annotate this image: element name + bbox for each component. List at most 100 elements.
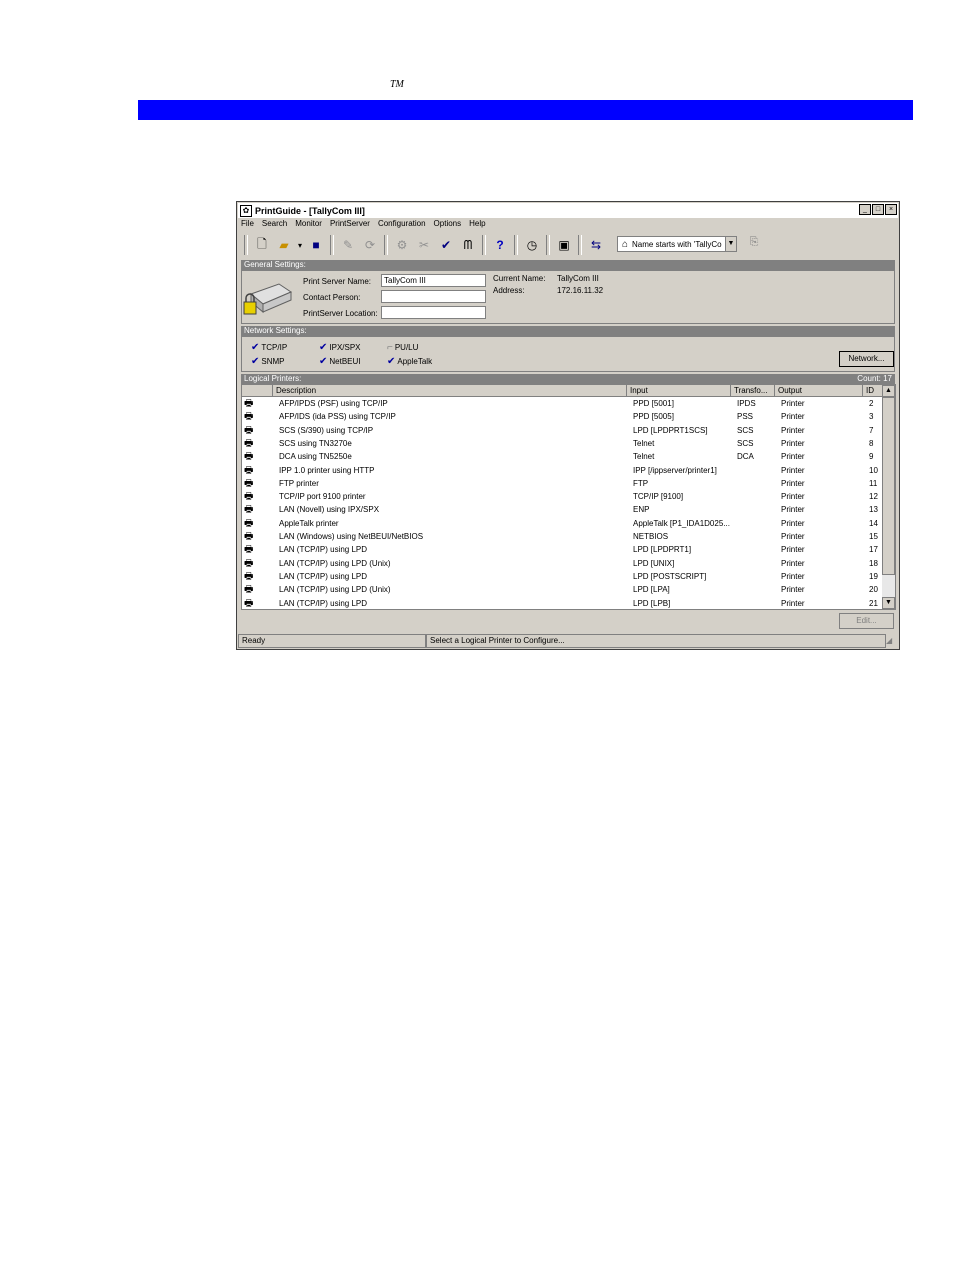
network-button[interactable]: Network... — [839, 351, 894, 367]
printer-filter-icon: ⌂ — [621, 238, 629, 250]
table-row[interactable]: 🖶 AppleTalk printer AppleTalk [P1_IDA1D025… — [242, 517, 882, 530]
menu-configuration[interactable]: Configuration — [378, 219, 426, 231]
table-row[interactable]: 🖶 LAN (Novell) using IPX/SPX ENP Printer 13 — [242, 503, 882, 516]
table-row[interactable]: 🖶 LAN (TCP/IP) using LPD (Unix) LPD [UNIX]… — [242, 557, 882, 570]
refresh-icon[interactable]: ⟳ — [359, 235, 381, 255]
protocol-tcpip[interactable]: ✔ TCP/IP — [251, 342, 287, 353]
filter-icon[interactable]: ⇆ — [585, 235, 607, 255]
menu-printserver[interactable]: PrintServer — [330, 219, 370, 231]
check-icon: ✔ — [319, 356, 328, 367]
table-row[interactable]: 🖶 AFP/IDS (ida PSS) using TCP/IP PPD [5005… — [242, 410, 882, 423]
vertical-scrollbar[interactable]: ▲ ▼ — [882, 385, 895, 609]
trademark-mark: TM — [390, 79, 404, 90]
apply-filter-icon[interactable]: ⎘ — [745, 236, 763, 252]
edit-button[interactable]: Edit... — [839, 613, 894, 629]
row-output: Printer — [781, 425, 805, 435]
pointer-icon[interactable]: ✎ — [337, 235, 359, 255]
row-output: Printer — [781, 412, 805, 422]
tools-icon[interactable]: ✂ — [413, 235, 435, 255]
scroll-up-icon[interactable]: ▲ — [882, 385, 895, 397]
column-header-input[interactable]: Input — [627, 385, 731, 397]
table-row[interactable]: 🖶 LAN (TCP/IP) using LPD LPD [LPDPRT1] Prin… — [242, 543, 882, 556]
logical-printers-list[interactable]: Description Input Transfo... Output ID 🖶… — [241, 384, 896, 610]
row-input: Telnet — [633, 452, 655, 462]
row-transform: IPDS — [737, 399, 756, 408]
row-description: DCA using TN5250e — [279, 452, 352, 462]
menu-options[interactable]: Options — [434, 219, 462, 231]
protocol-netbeui[interactable]: ✔ NetBEUI — [319, 356, 361, 367]
table-row[interactable]: 🖶 AFP/IPDS (PSF) using TCP/IP PPD [5001] IP… — [242, 397, 882, 410]
table-row[interactable]: 🖶 IPP 1.0 printer using HTTP IPP [/ippserv… — [242, 464, 882, 477]
row-description: IPP 1.0 printer using HTTP — [279, 465, 375, 475]
printserver-location-input[interactable] — [381, 306, 486, 319]
table-row[interactable]: 🖶 LAN (Windows) using NetBEUI/NetBIOS NETB… — [242, 530, 882, 543]
table-row[interactable]: 🖶 LAN (TCP/IP) using LPD (Unix) LPD [LPA] P… — [242, 583, 882, 596]
monitor-icon[interactable]: ▣ — [553, 235, 575, 255]
table-row[interactable]: 🖶 FTP printer FTP Printer 11 — [242, 477, 882, 490]
row-input: LPD [POSTSCRIPT] — [633, 571, 707, 581]
row-output: Printer — [781, 571, 805, 581]
minimize-button[interactable]: _ — [859, 204, 871, 215]
row-output: Printer — [781, 532, 805, 541]
general-settings-title: General Settings — [244, 260, 304, 269]
close-button[interactable]: × — [885, 204, 897, 215]
open-folder-icon[interactable]: ▰ — [273, 235, 295, 255]
print-server-name-input[interactable]: TallyCom III — [381, 274, 486, 287]
row-description: LAN (Windows) using NetBEUI/NetBIOS — [279, 532, 424, 541]
protocol-ipxspx[interactable]: ✔ IPX/SPX — [319, 342, 361, 353]
maximize-button[interactable]: □ — [872, 204, 884, 215]
row-transform: PSS — [737, 412, 754, 422]
protocol-label: IPX/SPX — [329, 343, 361, 352]
network-settings-title: Network Settings — [244, 326, 305, 335]
table-row[interactable]: 🖶 LAN (TCP/IP) using LPD LPD [LPB] Printer 2… — [242, 597, 882, 610]
binoculars-icon[interactable]: ᗰ — [457, 235, 479, 255]
chevron-down-icon[interactable]: ▼ — [725, 237, 736, 251]
menu-search[interactable]: Search — [262, 219, 287, 231]
clock-icon[interactable]: ◷ — [521, 235, 543, 255]
help-icon[interactable]: ? — [489, 235, 511, 255]
row-id: 2 — [869, 399, 874, 408]
configure-icon[interactable]: ⚙ — [391, 235, 413, 255]
menu-help[interactable]: Help — [469, 219, 485, 231]
table-row[interactable]: 🖶 LAN (TCP/IP) using LPD LPD [POSTSCRIPT] P… — [242, 570, 882, 583]
address-label: Address: — [493, 286, 525, 295]
row-output: Printer — [781, 452, 805, 462]
window-controls: _ □ × — [858, 204, 897, 215]
row-id: 15 — [869, 532, 878, 541]
table-row[interactable]: 🖶 SCS (S/390) using TCP/IP LPD [LPDPRT1SCS… — [242, 424, 882, 437]
protocol-pulu[interactable]: ⌐ PU/LU — [387, 342, 418, 353]
window-title: PrintGuide - [TallyCom III] — [255, 205, 365, 216]
table-row[interactable]: 🖶 DCA using TN5250e Telnet DCA Printer 9 — [242, 450, 882, 463]
toolbar-separator — [514, 235, 518, 255]
row-description: FTP printer — [279, 478, 319, 488]
resize-grip-icon[interactable]: ◢ — [886, 634, 898, 648]
printer-icon: 🖶 — [244, 398, 254, 409]
column-header-id[interactable]: ID — [863, 385, 883, 397]
column-header-output[interactable]: Output — [775, 385, 863, 397]
check-icon: ✔ — [319, 342, 328, 353]
menu-file[interactable]: File — [241, 219, 254, 231]
save-icon[interactable]: ■ — [305, 235, 327, 255]
title-bar[interactable]: ✿ PrintGuide - [TallyCom III] _ □ × — [238, 203, 898, 218]
wrench-icon[interactable]: ✔ — [435, 235, 457, 255]
filter-combobox[interactable]: ⌂ Name starts with 'TallyCo ▼ — [617, 236, 737, 252]
row-id: 9 — [869, 452, 874, 462]
new-file-icon[interactable]: 🗋 — [251, 235, 273, 255]
dropdown-arrow-icon[interactable]: ▾ — [295, 235, 305, 255]
row-id: 10 — [869, 465, 878, 475]
scroll-down-icon[interactable]: ▼ — [882, 597, 895, 609]
column-header-transform[interactable]: Transfo... — [731, 385, 775, 397]
table-row[interactable]: 🖶 TCP/IP port 9100 printer TCP/IP [9100] Pr… — [242, 490, 882, 503]
contact-person-input[interactable] — [381, 290, 486, 303]
toolbar-separator — [578, 235, 582, 255]
logical-printers-title: Logical Printers — [244, 374, 300, 383]
scroll-thumb[interactable] — [882, 397, 895, 575]
printer-icon: 🖶 — [244, 464, 254, 476]
menu-monitor[interactable]: Monitor — [295, 219, 322, 231]
protocol-appletalk[interactable]: ✔ AppleTalk — [387, 356, 432, 367]
printer-icon: 🖶 — [244, 584, 254, 596]
column-header-description[interactable]: Description — [273, 385, 627, 397]
table-row[interactable]: 🖶 SCS using TN3270e Telnet SCS Printer 8 — [242, 437, 882, 450]
protocol-snmp[interactable]: ✔ SNMP — [251, 356, 285, 367]
check-icon: ✔ — [251, 356, 260, 367]
